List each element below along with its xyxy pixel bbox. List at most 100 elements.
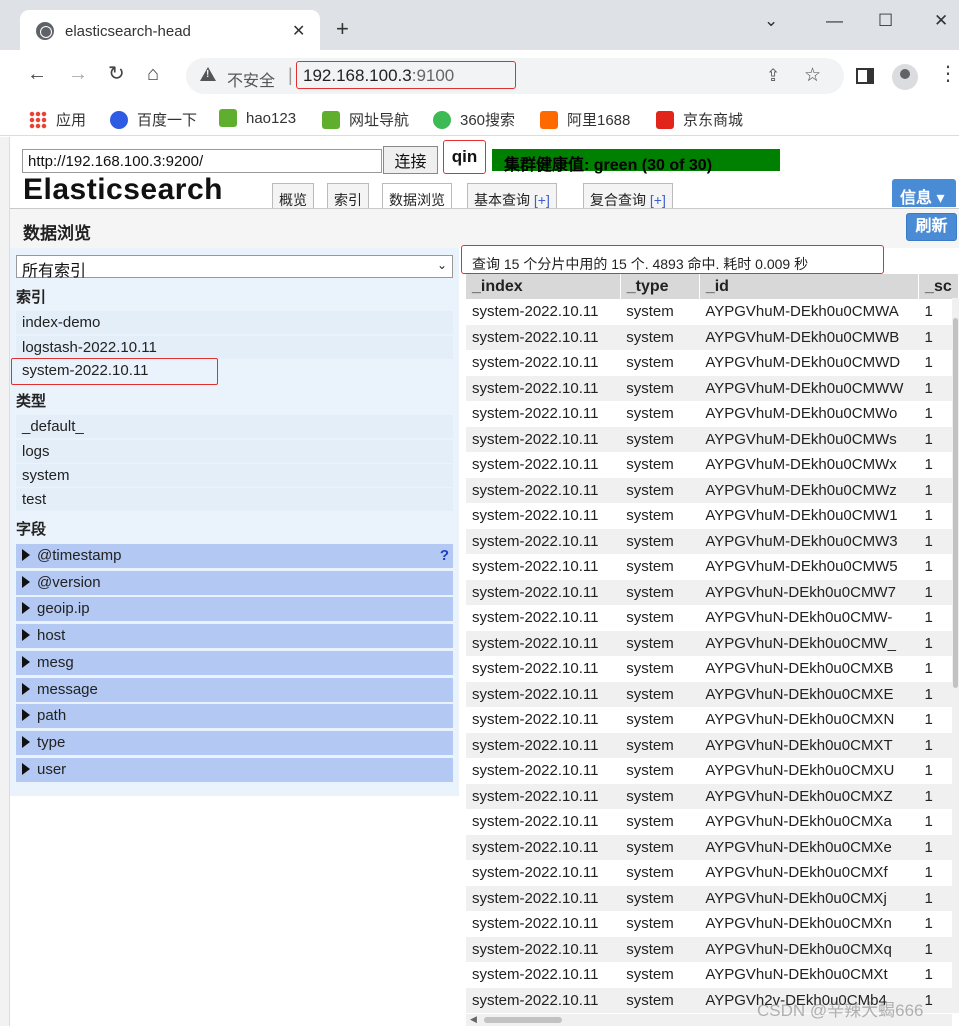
table-row[interactable]: system-2022.10.11 system AYPGVhuM-DEkh0u0C… xyxy=(466,528,959,554)
cell-type[interactable]: system xyxy=(620,783,700,809)
close-window-button[interactable]: ✕ xyxy=(934,11,948,31)
table-row[interactable]: system-2022.10.11 system AYPGVhuN-DEkh0u0C… xyxy=(466,681,959,707)
cell-index[interactable]: system-2022.10.11 xyxy=(466,987,621,1013)
cell-id[interactable]: AYPGVhuN-DEkh0u0CMXt xyxy=(699,962,918,988)
cell-index[interactable]: system-2022.10.11 xyxy=(466,962,620,988)
address-bar[interactable]: 不安全 | 192.168.100.3:9100 ⇪ ☆ xyxy=(186,58,844,94)
bookmark-star-icon[interactable]: ☆ xyxy=(804,64,821,87)
table-row[interactable]: system-2022.10.11 system AYPGVhuM-DEkh0u0C… xyxy=(466,554,959,580)
cell-type[interactable]: system xyxy=(620,681,700,707)
cell-type[interactable]: system xyxy=(620,656,699,682)
field-item[interactable]: user xyxy=(16,758,453,782)
warning-icon[interactable] xyxy=(200,67,216,81)
cell-index[interactable]: system-2022.10.11 xyxy=(466,860,620,886)
cell-type[interactable]: system xyxy=(620,299,699,325)
cell-index[interactable]: system-2022.10.11 xyxy=(466,324,621,350)
table-row[interactable]: system-2022.10.11 system AYPGVhuM-DEkh0u0C… xyxy=(466,503,959,529)
cell-type[interactable]: system xyxy=(620,834,700,860)
connect-button[interactable]: 连接 xyxy=(383,146,438,174)
table-row[interactable]: system-2022.10.11 system AYPGVhuN-DEkh0u0C… xyxy=(466,579,959,605)
cell-type[interactable]: system xyxy=(620,324,700,350)
cell-type[interactable]: system xyxy=(620,732,700,758)
table-row[interactable]: system-2022.10.11 system AYPGVhuM-DEkh0u0C… xyxy=(466,477,959,503)
table-row[interactable]: system-2022.10.11 system AYPGVhuN-DEkh0u0C… xyxy=(466,885,959,911)
cell-type[interactable]: system xyxy=(620,987,700,1013)
cell-type[interactable]: system xyxy=(620,860,699,886)
cell-index[interactable]: system-2022.10.11 xyxy=(466,758,620,784)
tab-compound-query[interactable]: 复合查询 [+] xyxy=(583,183,673,209)
tab-basic-query[interactable]: 基本查询 [+] xyxy=(467,183,557,209)
minimize-button[interactable]: — xyxy=(826,11,843,31)
cell-id[interactable]: AYPGVhuN-DEkh0u0CMW7 xyxy=(699,579,919,605)
bookmark-1688[interactable]: 阿里1688 xyxy=(540,109,630,130)
cell-id[interactable]: AYPGVhuN-DEkh0u0CMXE xyxy=(699,681,919,707)
table-row[interactable]: system-2022.10.11 system AYPGVhuM-DEkh0u0C… xyxy=(466,350,959,376)
cell-index[interactable]: system-2022.10.11 xyxy=(466,681,621,707)
table-row[interactable]: system-2022.10.11 system AYPGVhuN-DEkh0u0C… xyxy=(466,809,959,835)
refresh-button[interactable]: 刷新 xyxy=(906,213,957,241)
bookmark-2345[interactable]: 网址导航 xyxy=(322,109,409,130)
cell-id[interactable]: AYPGVhuM-DEkh0u0CMWo xyxy=(699,401,918,427)
table-row[interactable]: system-2022.10.11 system AYPGVhuM-DEkh0u0C… xyxy=(466,299,959,325)
cluster-url-input[interactable] xyxy=(22,149,382,173)
table-row[interactable]: system-2022.10.11 system AYPGVhuN-DEkh0u0C… xyxy=(466,783,959,809)
field-item[interactable]: host xyxy=(16,624,453,648)
cell-id[interactable]: AYPGVhuN-DEkh0u0CMW_ xyxy=(699,630,919,656)
new-tab-button[interactable]: + xyxy=(336,18,349,40)
cell-index[interactable]: system-2022.10.11 xyxy=(466,911,620,937)
cell-id[interactable]: AYPGVhuN-DEkh0u0CMXT xyxy=(699,732,919,758)
cell-id[interactable]: AYPGVhuM-DEkh0u0CMWB xyxy=(699,324,919,350)
share-icon[interactable]: ⇪ xyxy=(766,66,780,86)
index-item[interactable]: index-demo xyxy=(16,311,453,334)
field-item[interactable]: geoip.ip xyxy=(16,597,453,621)
column-header-score[interactable]: _sc xyxy=(918,274,959,299)
table-row[interactable]: system-2022.10.11 system AYPGVhuN-DEkh0u0C… xyxy=(466,630,959,656)
cell-id[interactable]: AYPGVhuM-DEkh0u0CMWz xyxy=(699,477,919,503)
table-row[interactable]: system-2022.10.11 system AYPGVhuN-DEkh0u0C… xyxy=(466,962,959,988)
index-item[interactable]: logstash-2022.10.11 xyxy=(16,336,453,359)
table-row[interactable]: system-2022.10.11 system AYPGVhuN-DEkh0u0C… xyxy=(466,605,959,631)
column-header-index[interactable]: _index xyxy=(466,274,621,299)
table-row[interactable]: system-2022.10.11 system AYPGVhuM-DEkh0u0C… xyxy=(466,324,959,350)
field-item[interactable]: mesg xyxy=(16,651,453,675)
menu-kebab-icon[interactable]: ⋮ xyxy=(938,64,958,84)
cell-index[interactable]: system-2022.10.11 xyxy=(466,401,620,427)
cell-index[interactable]: system-2022.10.11 xyxy=(466,783,621,809)
bookmark-baidu[interactable]: 百度一下 xyxy=(110,109,197,130)
reload-icon[interactable]: ↻ xyxy=(108,64,125,84)
cell-index[interactable]: system-2022.10.11 xyxy=(466,834,621,860)
scrollbar-thumb[interactable] xyxy=(953,318,958,688)
cell-index[interactable]: system-2022.10.11 xyxy=(466,707,620,733)
cell-type[interactable]: system xyxy=(620,630,700,656)
close-tab-icon[interactable]: ✕ xyxy=(292,21,305,41)
cell-id[interactable]: AYPGVhuM-DEkh0u0CMWD xyxy=(699,350,918,376)
index-item-selected[interactable]: system-2022.10.11 xyxy=(11,358,218,385)
maximize-button[interactable]: ☐ xyxy=(878,11,893,31)
index-select[interactable]: 所有索引 ⌄ xyxy=(16,255,453,280)
browser-tab[interactable]: elasticsearch-head ✕ xyxy=(20,10,320,50)
cell-index[interactable]: system-2022.10.11 xyxy=(466,426,621,452)
table-row[interactable]: system-2022.10.11 system AYPGVhuM-DEkh0u0C… xyxy=(466,375,959,401)
cell-id[interactable]: AYPGVhuN-DEkh0u0CMXZ xyxy=(699,783,919,809)
cell-id[interactable]: AYPGVhuM-DEkh0u0CMWs xyxy=(699,426,919,452)
type-item[interactable]: system xyxy=(16,464,453,487)
cell-id[interactable]: AYPGVhuM-DEkh0u0CMWx xyxy=(699,452,918,478)
tab-overview[interactable]: 概览 xyxy=(272,183,314,209)
cell-index[interactable]: system-2022.10.11 xyxy=(466,579,621,605)
cell-id[interactable]: AYPGVhuM-DEkh0u0CMWW xyxy=(699,375,919,401)
field-item[interactable]: path xyxy=(16,704,453,728)
cell-index[interactable]: system-2022.10.11 xyxy=(466,885,621,911)
cell-id[interactable]: AYPGVhuN-DEkh0u0CMXa xyxy=(699,809,918,835)
table-row[interactable]: system-2022.10.11 system AYPGVhuN-DEkh0u0C… xyxy=(466,911,959,937)
table-row[interactable]: system-2022.10.11 system AYPGVhuN-DEkh0u0C… xyxy=(466,758,959,784)
cell-id[interactable]: AYPGVhuN-DEkh0u0CMXe xyxy=(699,834,919,860)
tab-search-icon[interactable]: ⌄ xyxy=(764,11,778,31)
field-item[interactable]: @timestamp? xyxy=(16,544,453,568)
cell-index[interactable]: system-2022.10.11 xyxy=(466,732,621,758)
cell-type[interactable]: system xyxy=(620,528,700,554)
field-item[interactable]: type xyxy=(16,731,453,755)
table-row[interactable]: system-2022.10.11 system AYPGVhuM-DEkh0u0C… xyxy=(466,426,959,452)
cell-index[interactable]: system-2022.10.11 xyxy=(466,936,621,962)
cell-type[interactable]: system xyxy=(620,936,700,962)
cell-index[interactable]: system-2022.10.11 xyxy=(466,554,620,580)
